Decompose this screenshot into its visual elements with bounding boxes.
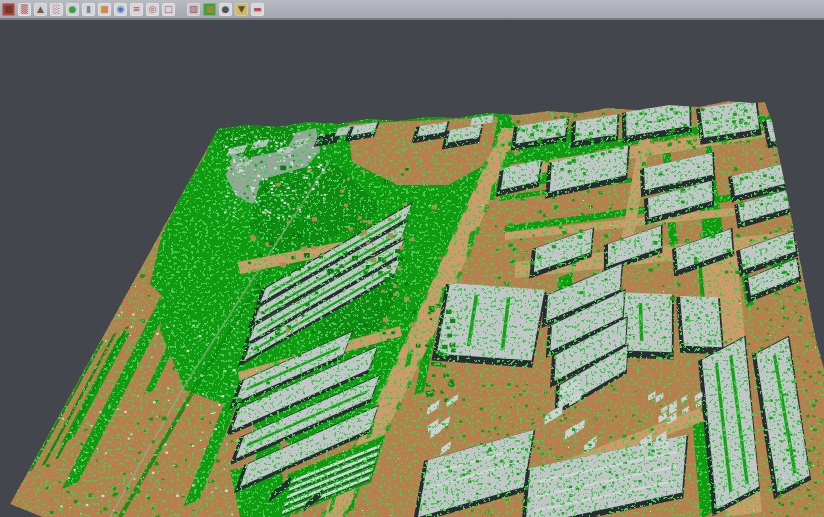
target-icon[interactable]: ◎ [146, 3, 159, 16]
list-icon[interactable]: ≡ [130, 3, 143, 16]
viewport-3d[interactable] [0, 22, 824, 517]
vegetation-icon[interactable]: ● [66, 3, 79, 16]
flag-icon[interactable]: ▼ [235, 3, 248, 16]
sphere-view-icon[interactable]: ● [219, 3, 232, 16]
toolbar: ▩▒▲░●▮■◉≡◎□▨▦●▼▬ [0, 0, 824, 20]
classification-icon[interactable]: ▦ [203, 3, 216, 16]
viewport-3d-scene[interactable] [0, 22, 824, 517]
layers-icon[interactable]: ▩ [2, 3, 15, 16]
measure-icon[interactable]: ▨ [187, 3, 200, 16]
point-cloud-icon[interactable]: ░ [50, 3, 63, 16]
ortho-image-icon[interactable]: ■ [98, 3, 111, 16]
globe-icon[interactable]: ◉ [114, 3, 127, 16]
column-icon[interactable]: ▮ [82, 3, 95, 16]
profile-icon[interactable]: ▬ [251, 3, 264, 16]
select-extent-icon[interactable]: □ [162, 3, 175, 16]
terrain-icon[interactable]: ▲ [34, 3, 47, 16]
scatter-points-icon[interactable]: ▒ [18, 3, 31, 16]
